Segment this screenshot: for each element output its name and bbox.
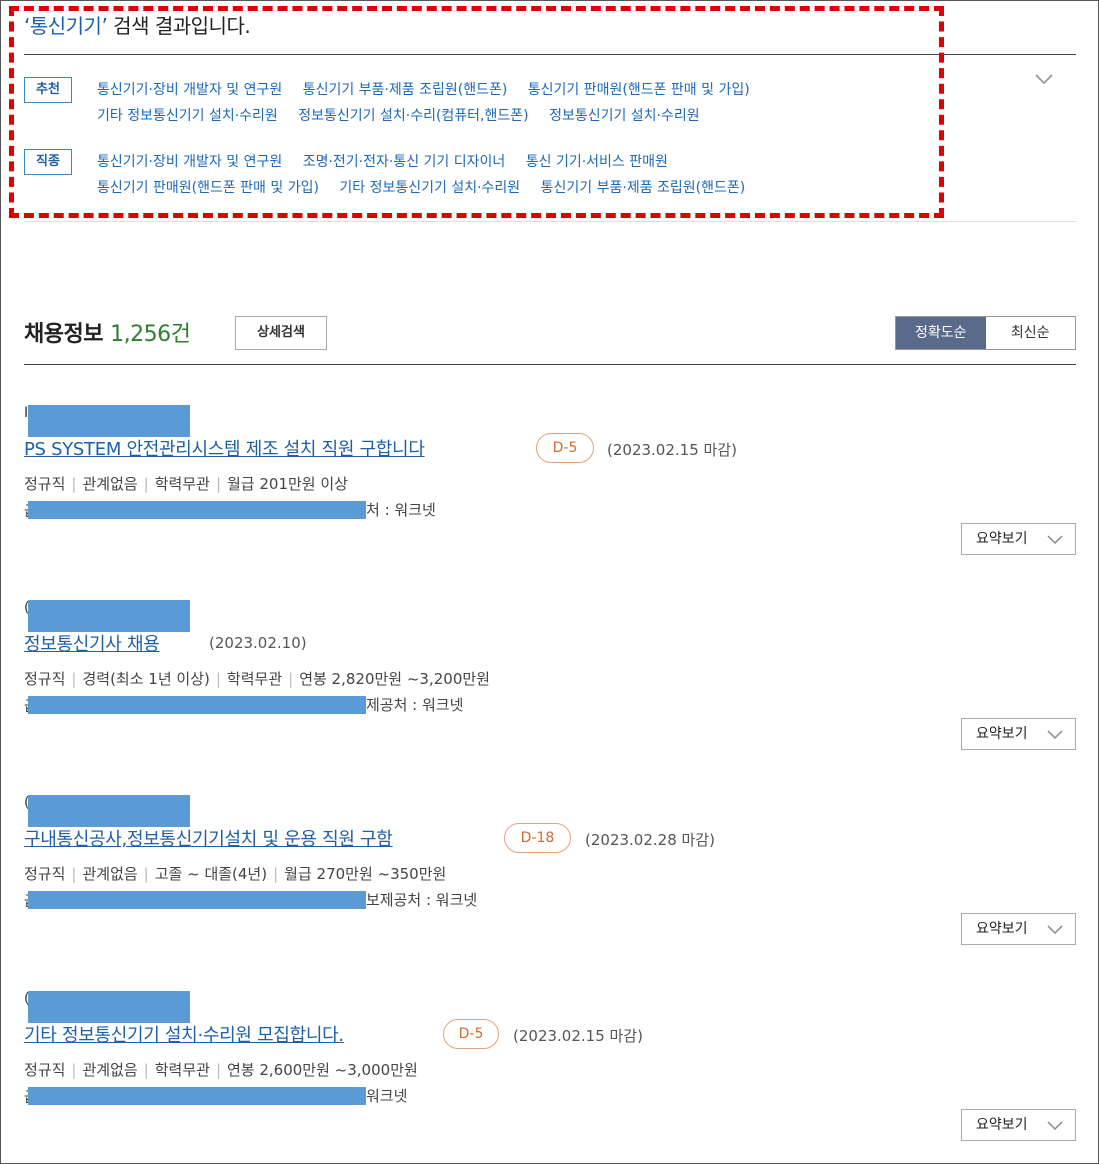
chevron-down-icon [1047, 925, 1063, 935]
deadline: (2023.02.10) [209, 634, 307, 652]
job-item: ( 정보통신기사 채용 (2023.02.10) 정규직 | 경력(최소 1년 이상… [24, 600, 1076, 770]
summary-label: 요약보기 [976, 726, 1028, 742]
job-meta: 정규직 | 관계없음 | 고졸 ~ 대졸(4년) | 월급 270만원 ~350만원 [24, 865, 447, 883]
highlight-box [9, 6, 944, 218]
summary-button[interactable]: 요약보기 [961, 523, 1076, 555]
redacted-company [28, 405, 190, 437]
deadline: (2023.02.15 마감) [607, 441, 737, 459]
source-text: 처 : 워크넷 [366, 501, 436, 519]
job-meta: 정규직 | 관계없음 | 학력무관 | 연봉 2,600만원 ~3,000만원 [24, 1061, 418, 1079]
summary-label: 요약보기 [976, 921, 1028, 937]
summary-button[interactable]: 요약보기 [961, 718, 1076, 750]
summary-button[interactable]: 요약보기 [961, 1109, 1076, 1141]
salary: 연봉 2,600만원 ~3,000만원 [227, 1061, 418, 1079]
salary: 연봉 2,820만원 ~3,200만원 [299, 670, 490, 688]
experience: 관계없음 [82, 865, 138, 883]
redacted-source [28, 501, 366, 519]
job-item: I PS SYSTEM 안전관리시스템 제조 설치 직원 구합니다 D-5 (2… [24, 405, 1076, 575]
sort-toggle: 정확도순 최신순 [895, 316, 1076, 350]
jobs-header: 채용정보 1,256건 [24, 316, 191, 348]
job-title-link[interactable]: 기타 정보통신기기 설치·수리원 모집합니다. [24, 1021, 344, 1047]
summary-label: 요약보기 [976, 531, 1028, 547]
education: 학력무관 [226, 670, 283, 688]
divider [24, 221, 1076, 222]
experience: 관계없음 [82, 1061, 138, 1079]
expand-chevron-icon[interactable] [1033, 68, 1055, 90]
redacted-company [28, 991, 190, 1023]
experience: 관계없음 [82, 475, 138, 493]
employment-type: 정규직 [24, 1061, 66, 1079]
chevron-down-icon [1047, 730, 1063, 740]
summary-label: 요약보기 [976, 1117, 1028, 1133]
dday-badge: D-18 [504, 823, 571, 853]
chevron-down-icon [1047, 1121, 1063, 1131]
job-meta: 정규직 | 관계없음 | 학력무관 | 월급 201만원 이상 [24, 475, 348, 493]
redacted-source [28, 891, 366, 909]
sort-latest-button[interactable]: 최신순 [985, 317, 1075, 349]
redacted-company [28, 795, 190, 827]
source-text: 워크넷 [366, 1087, 408, 1105]
sort-accuracy-button[interactable]: 정확도순 [896, 317, 986, 349]
deadline: (2023.02.28 마감) [585, 831, 715, 849]
job-item: ( 구내통신공사,정보통신기기설치 및 운용 직원 구함 D-18 (2023.… [24, 795, 1076, 965]
employment-type: 정규직 [24, 475, 66, 493]
dday-badge: D-5 [443, 1019, 499, 1049]
jobs-count: 1,256건 [110, 322, 191, 347]
summary-button[interactable]: 요약보기 [961, 913, 1076, 945]
chevron-down-icon [1047, 535, 1063, 545]
source-text: 제공처 : 워크넷 [366, 696, 464, 714]
dday-badge: D-5 [536, 433, 594, 463]
job-title-link[interactable]: 정보통신기사 채용 [24, 630, 160, 656]
experience: 경력(최소 1년 이상) [82, 670, 210, 688]
employment-type: 정규직 [24, 865, 66, 883]
redacted-source [28, 1087, 366, 1105]
salary: 월급 201만원 이상 [227, 475, 348, 493]
source-text: 보제공처 : 워크넷 [366, 891, 478, 909]
job-title-link[interactable]: PS SYSTEM 안전관리시스템 제조 설치 직원 구합니다 [24, 435, 425, 461]
deadline: (2023.02.15 마감) [513, 1027, 643, 1045]
education: 고졸 ~ 대졸(4년) [154, 865, 268, 883]
redacted-company [28, 600, 190, 632]
salary: 월급 270만원 ~350만원 [284, 865, 447, 883]
redacted-source [28, 696, 366, 714]
job-meta: 정규직 | 경력(최소 1년 이상) | 학력무관 | 연봉 2,820만원 ~3,200만… [24, 670, 490, 688]
education: 학력무관 [154, 1061, 210, 1079]
divider [24, 364, 1076, 365]
detail-search-button[interactable]: 상세검색 [235, 316, 327, 350]
job-title-link[interactable]: 구내통신공사,정보통신기기설치 및 운용 직원 구함 [24, 825, 393, 851]
education: 학력무관 [154, 475, 210, 493]
employment-type: 정규직 [24, 670, 66, 688]
job-item: ( 기타 정보통신기기 설치·수리원 모집합니다. D-5 (2023.02.1… [24, 991, 1076, 1161]
jobs-header-label: 채용정보 [24, 322, 103, 347]
